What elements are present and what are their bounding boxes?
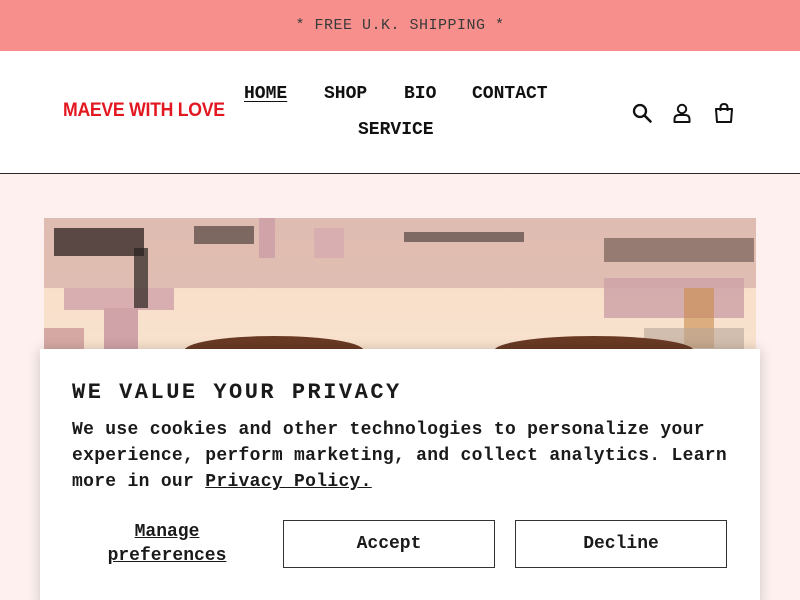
cookie-banner: WE VALUE YOUR PRIVACY We use cookies and… xyxy=(40,349,760,600)
account-icon[interactable] xyxy=(671,102,693,124)
cookie-title: WE VALUE YOUR PRIVACY xyxy=(72,380,402,405)
search-icon[interactable] xyxy=(631,102,653,124)
cart-icon[interactable] xyxy=(713,102,735,124)
nav-bio[interactable]: BIO xyxy=(404,84,436,104)
cookie-body: We use cookies and other technologies to… xyxy=(72,417,732,495)
nav-contact[interactable]: CONTACT xyxy=(472,84,548,104)
accept-button[interactable]: Accept xyxy=(283,520,495,568)
announcement-text: * FREE U.K. SHIPPING * xyxy=(295,17,505,34)
nav-home[interactable]: HOME xyxy=(244,84,287,104)
manage-preferences-button[interactable]: Manage preferences xyxy=(92,520,242,568)
cookie-body-text: We use cookies and other technologies to… xyxy=(72,420,728,492)
privacy-policy-link[interactable]: Privacy Policy. xyxy=(205,472,372,492)
site-header: MAEVE WITH LOVE HOME SHOP BIO CONTACT SE… xyxy=(0,51,800,174)
nav-shop[interactable]: SHOP xyxy=(324,84,367,104)
announcement-bar: * FREE U.K. SHIPPING * xyxy=(0,0,800,51)
nav-service[interactable]: SERVICE xyxy=(358,120,434,140)
decline-button[interactable]: Decline xyxy=(515,520,727,568)
site-logo[interactable]: MAEVE WITH LOVE xyxy=(63,100,225,122)
